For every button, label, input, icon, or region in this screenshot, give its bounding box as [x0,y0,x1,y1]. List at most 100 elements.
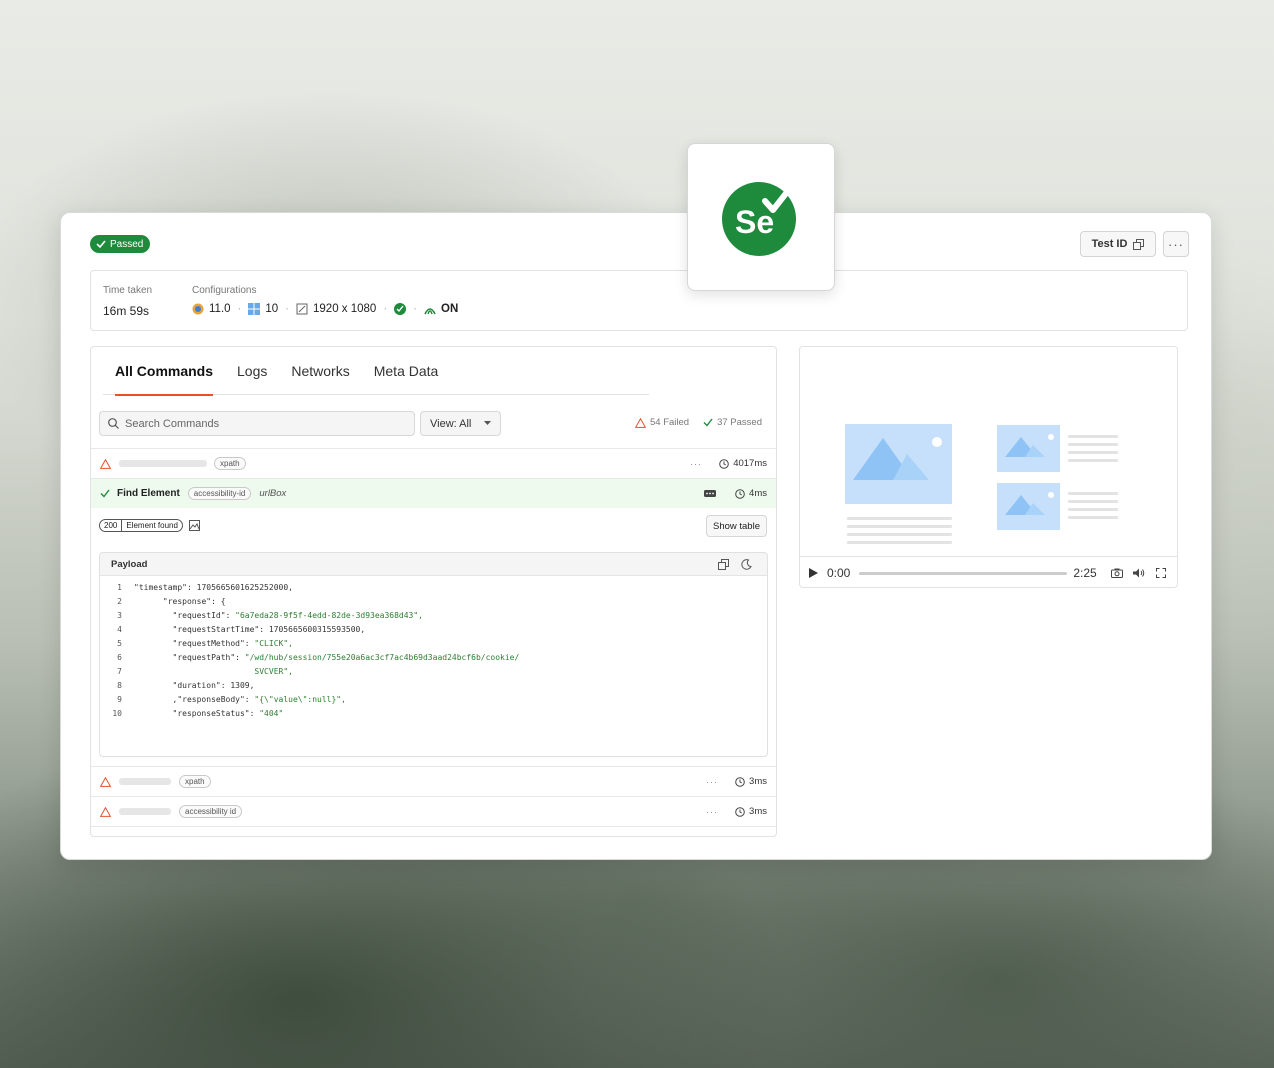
result-counts: 54 Failed 37 Passed [635,417,762,428]
placeholder-line [1068,508,1118,511]
current-time: 0:00 [827,566,851,580]
code-key: "requestStartTime": [172,625,269,634]
fullscreen-icon[interactable] [1155,568,1166,578]
play-icon[interactable] [809,568,818,578]
test-id-label: Test ID [1091,238,1128,250]
separator: · [413,303,418,315]
tab-logs[interactable]: Logs [225,347,279,395]
ellipsis-icon[interactable]: ··· [690,459,702,469]
tab-all-commands[interactable]: All Commands [103,347,225,396]
placeholder-line [847,541,952,544]
placeholder-image [845,424,952,504]
code-line: 6 "requestPath": "/wd/hub/session/755e20… [100,651,767,665]
payload-code: 1 "timestamp": 1705665601625252000, 2 "res… [100,576,767,721]
payload-header: Payload [100,553,767,576]
show-table-button[interactable]: Show table [705,515,767,537]
code-value: "{\"value\":null}", [254,695,346,704]
test-id-button[interactable]: Test ID [1080,231,1156,257]
line-number: 6 [117,653,122,662]
tab-meta-data[interactable]: Meta Data [362,347,451,395]
search-icon [108,418,119,429]
line-number: 1 [117,583,122,592]
status-code-pill: 200 Element found [99,519,183,532]
selenium-logo-icon: Se [722,182,796,256]
tab-networks[interactable]: Networks [279,347,361,395]
payload-viewer: Payload 1 "timestamp": 170566560162525200… [99,552,768,757]
configurations-row: 11.0 · 10 · 1920 x 1080 · · ON [192,303,458,315]
placeholder-line [1068,492,1118,495]
clock-icon [735,806,745,817]
selenium-logo-text: Se [735,204,774,240]
selenium-small-icon [394,303,407,315]
code-key: "response": { [162,597,226,606]
separator: · [285,303,290,315]
command-row[interactable]: xpath ··· 3ms [91,766,776,796]
command-row-selected[interactable]: Find Element accessibility-id urlBox 4ms [91,478,776,508]
video-preview[interactable] [800,347,1177,556]
command-row[interactable]: accessibility id ··· 3ms [91,796,776,826]
ellipsis-icon[interactable] [704,490,716,497]
code-value: "CLICK", [254,639,293,648]
tunnel-icon [424,308,436,315]
video-progress-bar[interactable] [859,571,1068,575]
code-line: 9 ,"responseBody": "{\"value\":null}", [100,693,767,707]
ellipsis-icon[interactable]: ··· [706,777,718,787]
time-taken-label: Time taken [103,285,153,296]
duration-value: 3ms [749,776,767,787]
configurations-label: Configurations [192,285,257,296]
warning-icon [635,417,646,428]
redacted-command-name [119,778,171,785]
tunnel-state: ON [441,303,459,315]
line-number: 7 [117,667,122,676]
resolution-icon [296,303,308,315]
failed-count[interactable]: 54 Failed [635,417,689,428]
line-number: 10 [112,709,122,718]
passed-count[interactable]: 37 Passed [703,417,762,428]
moon-icon[interactable] [741,558,752,570]
copy-icon[interactable] [718,558,729,570]
browser-version: 11.0 [209,303,231,315]
separator: · [383,303,388,315]
ellipsis-icon: ··· [1168,236,1184,252]
code-value: 1705665600315593500, [268,625,366,634]
image-icon[interactable] [188,520,200,531]
code-key: "requestPath": [172,653,245,662]
code-line: 1 "timestamp": 1705665601625252000, [100,581,767,595]
camera-icon[interactable] [1110,568,1123,578]
os-version: 10 [265,303,279,315]
windows-icon [248,303,261,315]
video-controls: 0:00 2:25 [800,556,1177,587]
warning-icon [100,458,111,469]
test-details-card: Passed Test ID ··· Time taken 16m 59s Co… [60,212,1212,860]
placeholder-image [997,425,1060,472]
code-line: 3 "requestId": "6a7eda28-9f5f-4edd-82de-… [100,609,767,623]
resolution-value: 1920 x 1080 [313,303,377,315]
status-code: 200 [104,521,118,530]
command-duration: 3ms [735,806,767,817]
code-value: 1309, [230,681,255,690]
code-key: ,"responseBody": [172,695,255,704]
code-value: 1705665601625252000, [196,583,293,592]
view-filter-select[interactable]: View: All [420,411,501,436]
failed-count-label: 54 Failed [650,417,690,428]
line-number: 4 [117,625,122,634]
command-duration: 3ms [735,776,767,787]
ellipsis-icon[interactable]: ··· [706,807,718,817]
command-name: Find Element [117,488,180,499]
warning-icon [100,806,111,817]
code-value: SVCVER", [254,667,293,676]
command-row[interactable]: xpath ··· 4017ms [91,448,776,478]
volume-icon[interactable] [1132,568,1145,578]
mountain-icon [1005,434,1054,457]
redacted-command-name [119,808,171,815]
more-options-button[interactable]: ··· [1163,231,1189,257]
clock-icon [735,776,745,787]
search-commands-input[interactable]: Search Commands [99,411,415,436]
command-duration: 4ms [735,488,767,499]
